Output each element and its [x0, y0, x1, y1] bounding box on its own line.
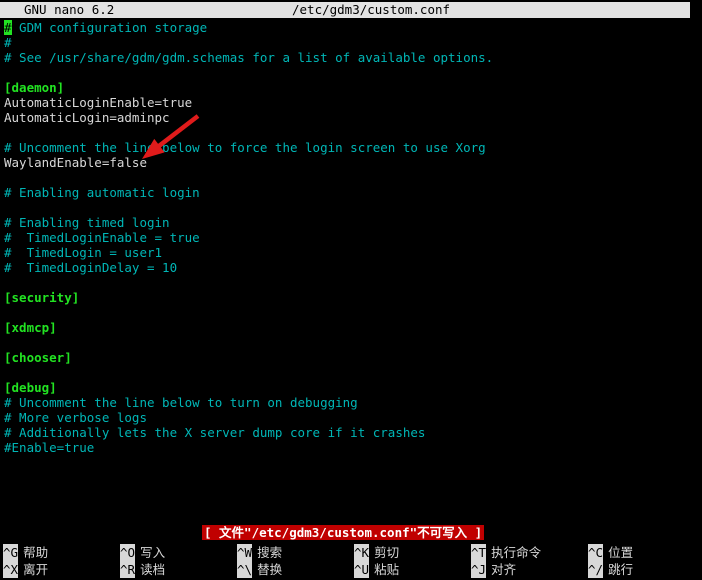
shortcut-label: 离开 [23, 562, 49, 577]
shortcut-key-badge: ^G [3, 544, 19, 561]
shortcut-label: 读档 [140, 562, 166, 577]
editor-line[interactable] [0, 365, 702, 380]
editor-line[interactable]: AutomaticLoginEnable=true [0, 95, 702, 110]
editor-line[interactable] [0, 125, 702, 140]
shortcut-key-badge: ^X [3, 561, 19, 578]
shortcut-key-badge: ^T [471, 544, 487, 561]
editor-line[interactable]: [chooser] [0, 350, 702, 365]
editor-line[interactable]: # Uncomment the line below to force the … [0, 140, 702, 155]
editor-line[interactable]: # Additionally lets the X server dump co… [0, 425, 702, 440]
shortcut-column: ^C 位置 ^/ 跳行 [585, 544, 702, 578]
editor-line[interactable] [0, 200, 702, 215]
editor-line[interactable]: [debug] [0, 380, 702, 395]
editor-line[interactable] [0, 275, 702, 290]
nano-editor-screen: GNU nano 6.2 /etc/gdm3/custom.conf # GDM… [0, 0, 702, 580]
editor-line[interactable]: AutomaticLogin=adminpc [0, 110, 702, 125]
editor-line[interactable]: [security] [0, 290, 702, 305]
shortcut-label: 对齐 [491, 562, 517, 577]
status-message: [ 文件"/etc/gdm3/custom.conf"不可写入 ] [202, 525, 485, 540]
shortcut-key-badge: ^R [120, 561, 136, 578]
shortcut-key-badge: ^\ [237, 561, 253, 578]
shortcut-item[interactable]: ^J 对齐 [468, 561, 585, 578]
shortcut-label: 位置 [608, 545, 634, 560]
shortcut-label: 执行命令 [491, 545, 542, 560]
shortcut-key-badge: ^W [237, 544, 253, 561]
editor-line[interactable]: [daemon] [0, 80, 702, 95]
shortcut-key-badge: ^/ [588, 561, 604, 578]
text-cursor: # [4, 20, 12, 35]
editor-line[interactable] [0, 170, 702, 185]
shortcut-key-badge: ^U [354, 561, 370, 578]
shortcut-column: ^W 搜索 ^\ 替换 [234, 544, 351, 578]
shortcut-item[interactable]: ^K 剪切 [351, 544, 468, 561]
shortcut-column: ^G 帮助 ^X 离开 [0, 544, 117, 578]
shortcut-label: 帮助 [23, 545, 49, 560]
shortcut-label: 搜索 [257, 545, 283, 560]
editor-line[interactable] [0, 335, 702, 350]
shortcut-key-badge: ^K [354, 544, 370, 561]
shortcut-key-badge: ^O [120, 544, 136, 561]
editor-text-area[interactable]: # GDM configuration storage # # See /usr/s… [0, 20, 702, 500]
shortcut-key-bar: ^G 帮助 ^X 离开 ^O 写入 ^R 读档 ^W 搜索 ^\ 替换 ^K 剪切 ^U 粘贴 ^T 执行命令 ^J… [0, 544, 702, 578]
titlebar: GNU nano 6.2 /etc/gdm3/custom.conf [0, 2, 690, 18]
shortcut-label: 剪切 [374, 545, 400, 560]
editor-line[interactable]: # GDM configuration storage [0, 20, 702, 35]
shortcut-item[interactable]: ^X 离开 [0, 561, 117, 578]
shortcut-label: 写入 [140, 545, 166, 560]
editor-line[interactable]: [xdmcp] [0, 320, 702, 335]
shortcut-key-badge: ^J [471, 561, 487, 578]
app-name-label: GNU nano 6.2 [24, 2, 115, 17]
editor-line[interactable]: # Enabling automatic login [0, 185, 702, 200]
shortcut-label: 替换 [257, 562, 283, 577]
line-text-after-cursor: GDM configuration storage [11, 20, 208, 35]
shortcut-item[interactable]: ^R 读档 [117, 561, 234, 578]
editor-line[interactable] [0, 65, 702, 80]
editor-line[interactable]: # TimedLogin = user1 [0, 245, 702, 260]
shortcut-item[interactable]: ^T 执行命令 [468, 544, 585, 561]
editor-line[interactable]: # Uncomment the line below to turn on de… [0, 395, 702, 410]
editor-line[interactable] [0, 305, 702, 320]
shortcut-column: ^K 剪切 ^U 粘贴 [351, 544, 468, 578]
editor-line[interactable]: # More verbose logs [0, 410, 702, 425]
shortcut-column: ^T 执行命令 ^J 对齐 [468, 544, 585, 578]
editor-line[interactable]: # Enabling timed login [0, 215, 702, 230]
editor-line[interactable]: #Enable=true [0, 440, 702, 455]
shortcut-column: ^O 写入 ^R 读档 [117, 544, 234, 578]
shortcut-label: 粘贴 [374, 562, 400, 577]
shortcut-item[interactable]: ^\ 替换 [234, 561, 351, 578]
shortcut-item[interactable]: ^C 位置 [585, 544, 702, 561]
editor-line[interactable]: # See /usr/share/gdm/gdm.schemas for a l… [0, 50, 702, 65]
editor-line[interactable]: # TimedLoginEnable = true [0, 230, 702, 245]
editor-line[interactable]: WaylandEnable=false [0, 155, 702, 170]
file-path-label: /etc/gdm3/custom.conf [292, 2, 451, 17]
shortcut-item[interactable]: ^O 写入 [117, 544, 234, 561]
shortcut-item[interactable]: ^W 搜索 [234, 544, 351, 561]
shortcut-label: 跳行 [608, 562, 634, 577]
shortcut-item[interactable]: ^G 帮助 [0, 544, 117, 561]
shortcut-item[interactable]: ^U 粘贴 [351, 561, 468, 578]
editor-line[interactable]: # TimedLoginDelay = 10 [0, 260, 702, 275]
shortcut-key-badge: ^C [588, 544, 604, 561]
shortcut-item[interactable]: ^/ 跳行 [585, 561, 702, 578]
editor-line[interactable]: # [0, 35, 702, 50]
